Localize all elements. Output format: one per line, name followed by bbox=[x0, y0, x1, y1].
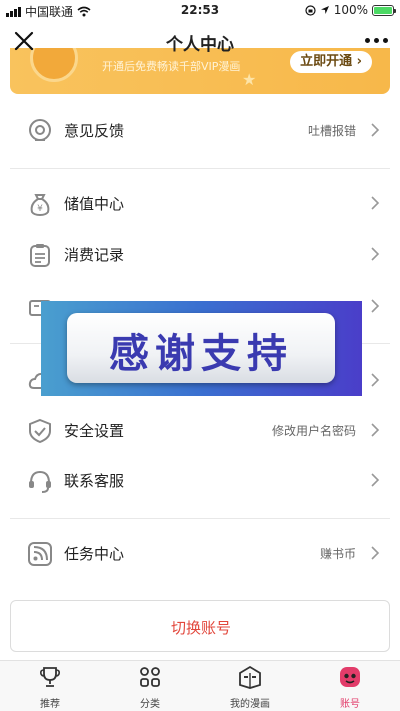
money-bag-icon: ¥ bbox=[30, 194, 50, 217]
menu-item-security[interactable]: 安全设置 修改用户名密码 bbox=[0, 410, 400, 450]
menu-item-hint: 修改用户名密码 bbox=[271, 424, 356, 438]
menu-item-label: 储值中心 bbox=[64, 195, 125, 213]
menu-item-recharge[interactable]: ¥ 储值中心 bbox=[0, 183, 400, 223]
rotation-lock-icon bbox=[305, 4, 316, 16]
tab-bar: 推荐 分类 我的漫画 账号 bbox=[0, 660, 400, 711]
chevron-right-icon bbox=[371, 123, 380, 137]
tab-account[interactable]: 账号 bbox=[300, 665, 400, 711]
menu-item-hint: 吐槽报错 bbox=[307, 124, 356, 138]
menu-item-feedback[interactable]: 意见反馈 吐槽报错 bbox=[0, 110, 400, 150]
tab-category[interactable]: 分类 bbox=[100, 665, 200, 711]
menu-item-tasks[interactable]: 任务中心 赚书币 bbox=[0, 533, 400, 573]
nav-bar-foreground: 个人中心 bbox=[0, 20, 400, 62]
switch-account-button[interactable]: 切换账号 bbox=[10, 600, 390, 652]
battery-icon bbox=[372, 4, 396, 16]
menu-item-hint: 赚书币 bbox=[319, 547, 356, 561]
tab-recommend[interactable]: 推荐 bbox=[0, 665, 100, 711]
status-right: 100% bbox=[305, 3, 396, 17]
menu-item-label: 消费记录 bbox=[64, 246, 125, 264]
chevron-right-icon bbox=[371, 373, 380, 387]
menu-item-label: 安全设置 bbox=[64, 422, 125, 440]
thanks-overlay-text: 感谢支持 bbox=[109, 331, 293, 377]
divider bbox=[10, 168, 390, 169]
chevron-right-icon bbox=[371, 247, 380, 261]
menu-item-label: 意见反馈 bbox=[64, 122, 125, 140]
status-bar: 中国联通 22:53 100% bbox=[0, 0, 400, 20]
grid-icon bbox=[140, 667, 160, 687]
menu-item-support[interactable]: 联系客服 bbox=[0, 460, 400, 500]
menu-item-label: 联系客服 bbox=[64, 472, 125, 490]
feedback-icon bbox=[29, 119, 51, 141]
book-icon bbox=[239, 665, 261, 689]
more-icon[interactable] bbox=[365, 38, 388, 43]
headset-icon bbox=[29, 470, 51, 493]
tab-label: 我的漫画 bbox=[230, 699, 270, 710]
tab-label: 分类 bbox=[140, 699, 160, 710]
clipboard-icon bbox=[30, 244, 50, 267]
thanks-overlay-banner: 感谢支持 bbox=[41, 301, 362, 396]
chevron-right-icon bbox=[371, 473, 380, 487]
trophy-icon bbox=[40, 667, 60, 687]
tab-label: 推荐 bbox=[40, 699, 60, 710]
chevron-right-icon bbox=[371, 196, 380, 210]
tab-my-comics[interactable]: 我的漫画 bbox=[200, 665, 300, 711]
shield-icon bbox=[29, 418, 51, 444]
account-page: 中国联通 22:53 100% 开通后免费畅读千部VIP漫画 ★ 立即开通 › bbox=[0, 0, 400, 711]
chevron-right-icon bbox=[371, 423, 380, 437]
chevron-right-icon bbox=[371, 546, 380, 560]
menu-item-records[interactable]: 消费记录 bbox=[0, 234, 400, 274]
star-icon: ★ bbox=[242, 70, 257, 89]
battery-percent: 100% bbox=[333, 3, 368, 17]
location-icon bbox=[320, 6, 329, 14]
page-title: 个人中心 bbox=[166, 35, 234, 55]
svg-text:¥: ¥ bbox=[37, 204, 43, 214]
chevron-right-icon bbox=[371, 299, 380, 313]
thanks-overlay-plate: 感谢支持 bbox=[67, 313, 335, 383]
menu-item-label: 任务中心 bbox=[64, 545, 125, 563]
rss-icon bbox=[28, 542, 52, 566]
switch-account-label: 切换账号 bbox=[170, 619, 231, 637]
divider bbox=[10, 518, 390, 519]
tab-label: 账号 bbox=[340, 699, 360, 710]
user-icon bbox=[340, 667, 360, 687]
